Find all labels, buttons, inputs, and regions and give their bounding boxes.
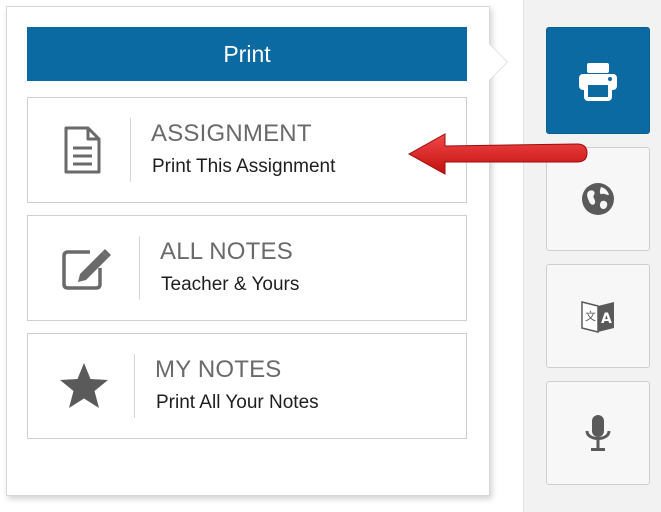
annotation-arrow-icon [407, 133, 588, 175]
svg-text:文: 文 [585, 309, 596, 323]
option-title: MY NOTES [155, 356, 282, 383]
microphone-button[interactable] [546, 381, 650, 485]
option-title: ASSIGNMENT [151, 120, 312, 147]
document-icon [64, 126, 101, 174]
popover-pointer [489, 44, 507, 80]
edit-note-icon-wrap [54, 238, 118, 298]
option-divider [139, 236, 140, 300]
option-divider [130, 118, 131, 182]
print-header: Print [27, 27, 467, 81]
option-subtitle: Print All Your Notes [156, 392, 319, 413]
print-header-label: Print [223, 40, 271, 67]
option-divider [134, 354, 135, 418]
print-button[interactable] [546, 27, 650, 134]
star-icon-wrap [52, 356, 116, 416]
star-icon [60, 363, 108, 408]
microphone-icon [585, 415, 611, 451]
translate-icon: 文 A [581, 301, 614, 333]
print-assignment-option[interactable]: ASSIGNMENT Print This Assignment [27, 97, 467, 203]
print-all-notes-option[interactable]: ALL NOTES Teacher & Yours [27, 215, 467, 321]
globe-icon [582, 183, 614, 215]
print-my-notes-option[interactable]: MY NOTES Print All Your Notes [27, 333, 467, 439]
document-icon-wrap [50, 120, 114, 180]
translate-button[interactable]: 文 A [546, 264, 650, 368]
option-subtitle: Print This Assignment [152, 156, 336, 177]
edit-note-icon [62, 249, 111, 290]
printer-icon [579, 62, 617, 101]
option-title: ALL NOTES [160, 238, 293, 265]
svg-text:A: A [601, 311, 612, 327]
option-subtitle: Teacher & Yours [161, 274, 300, 295]
